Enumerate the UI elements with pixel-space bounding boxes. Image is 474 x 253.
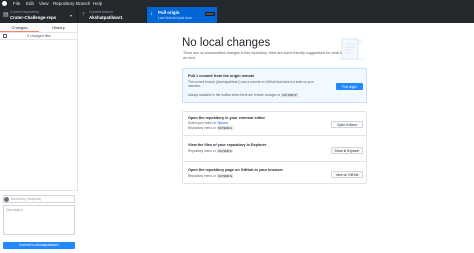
current-repository-selector[interactable]: ▤ Current repository Crater-Challenge-re… (0, 7, 78, 23)
explorer-row-shortcut: Ctrl Shift F (216, 149, 233, 153)
repository-icon: ▤ (3, 12, 9, 18)
avatar (4, 196, 9, 202)
changed-files-count: 0 changed files (26, 34, 52, 38)
editor-row-title: Open the repository in your external edi… (188, 116, 266, 120)
github-row-title: Open the repository page on GitHub in yo… (188, 168, 283, 172)
editor-row-shortcut: Ctrl Shift A (216, 126, 233, 130)
menu-repository[interactable]: Repository (53, 0, 75, 7)
summary-input[interactable]: Summary (required) (3, 195, 75, 203)
editor-row-hint: Repository menu or Ctrl Shift A (188, 126, 233, 130)
pull-shortcut-badge: Ctrl P (205, 12, 215, 16)
github-logo-icon (2, 1, 7, 6)
current-repository-name: Crater-Challenge-repo (10, 15, 57, 20)
view-on-github-button[interactable]: View on GitHub (331, 171, 363, 178)
description-textarea[interactable]: Description (3, 205, 75, 235)
explorer-row-hint-text: Repository menu or (188, 149, 216, 153)
explorer-row-title: View the files of your repository in Exp… (188, 143, 267, 147)
current-branch-name: Akshatpatilwar1 (89, 15, 123, 20)
changed-files-header: 0 changed files (0, 32, 78, 40)
page-subtitle: There are no uncommitted changes in this… (183, 51, 343, 60)
pull-card-hint-text: Always available in the toolbar when the… (188, 93, 281, 97)
pull-origin-card-button[interactable]: Pull origin (336, 83, 363, 90)
commit-button[interactable]: Commit to Akshatpatilwar1 (3, 242, 75, 249)
suggestions-card: Open the repository in your external edi… (182, 111, 367, 184)
pull-card-hint: Always available in the toolbar when the… (188, 93, 298, 97)
divider (183, 161, 366, 162)
pull-origin-button[interactable]: ↓ Pull origin Last fetched just now Ctrl… (147, 7, 217, 23)
menu-file[interactable]: File (13, 0, 20, 7)
editor-row-text: Select your editor in Options (188, 121, 228, 125)
open-in-atom-button[interactable]: Open in Atom (331, 121, 363, 128)
menu-branch[interactable]: Branch (76, 0, 90, 7)
github-row-shortcut: Ctrl Shift G (216, 174, 234, 178)
arrow-down-icon: ↓ (150, 11, 153, 17)
explorer-row-hint: Repository menu or Ctrl Shift F (188, 149, 233, 153)
chevron-down-icon: ▾ (70, 13, 73, 18)
pull-card-text: The current branch (Akshatpatilwar1) has… (188, 80, 314, 89)
pull-card-title: Pull 1 commit from the origin remote (188, 74, 255, 78)
menu-help[interactable]: Help (93, 0, 102, 7)
pull-origin-title: Pull origin (158, 10, 180, 15)
last-fetched-text: Last fetched just now (158, 16, 192, 20)
pull-suggestion-card: Pull 1 commit from the origin remote The… (182, 68, 367, 103)
editor-row-hint-text: Repository menu or (188, 126, 216, 130)
github-row-hint-text: Repository menu or (188, 174, 216, 178)
menu-view[interactable]: View (39, 0, 49, 7)
divider (183, 135, 366, 136)
tab-history[interactable]: History (39, 23, 78, 32)
editor-row-text-prefix: Select your editor in (188, 121, 217, 125)
menu-edit[interactable]: Edit (26, 0, 34, 7)
branch-icon: ᛉ (82, 12, 86, 18)
current-branch-selector[interactable]: ᛉ Current branch Akshatpatilwar1 (78, 7, 147, 23)
no-changes-illustration-icon (338, 38, 364, 60)
pull-card-shortcut: Ctrl Shift P (281, 93, 298, 97)
github-row-hint: Repository menu or Ctrl Shift G (188, 174, 234, 178)
current-branch-label: Current branch (89, 10, 113, 14)
page-title: No local changes (182, 37, 271, 49)
show-in-explorer-button[interactable]: Show in Explorer (331, 147, 363, 154)
current-repository-label: Current repository (10, 10, 39, 14)
options-link[interactable]: Options (217, 121, 228, 125)
